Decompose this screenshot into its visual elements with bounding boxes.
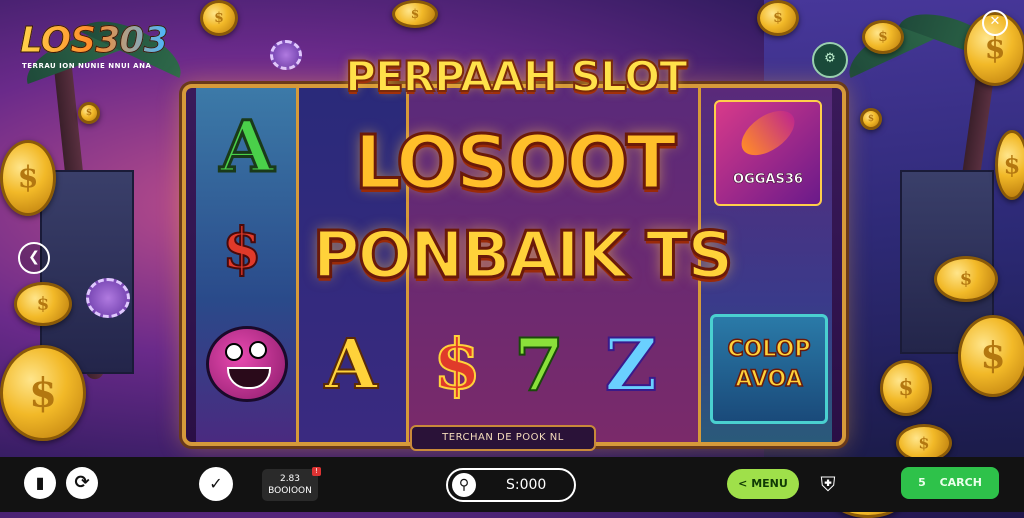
cart-button[interactable]: 5 CARCH bbox=[901, 467, 999, 499]
info-button[interactable]: ▮ bbox=[24, 467, 56, 499]
gold-coin-icon bbox=[757, 0, 799, 36]
gold-coin-icon bbox=[934, 256, 998, 302]
gold-coin-icon bbox=[880, 360, 932, 416]
bonus-symbol-text: COLOP AVOA bbox=[727, 336, 811, 393]
gold-coin-icon bbox=[995, 130, 1024, 200]
spin-button[interactable]: ✓ bbox=[199, 467, 233, 501]
balance-display[interactable]: ⚲ S:000 bbox=[446, 468, 576, 502]
bet-badge: ! bbox=[312, 467, 321, 476]
casino-chip-icon bbox=[270, 40, 302, 70]
balance-value: S:000 bbox=[506, 477, 547, 493]
symbol-letter-a: A bbox=[218, 104, 275, 190]
previous-arrow-button[interactable]: ❮ bbox=[18, 242, 50, 274]
close-icon: ✕ bbox=[989, 14, 1001, 29]
shield-icon[interactable]: ⛨ bbox=[815, 470, 841, 498]
headline-line-2: PONBAIK TS bbox=[311, 218, 735, 295]
monster-mouth bbox=[227, 367, 271, 389]
gold-coin-icon bbox=[958, 315, 1024, 397]
gold-coin-icon bbox=[14, 282, 72, 326]
monster-eye bbox=[249, 341, 267, 359]
settings-button[interactable]: ⚙ bbox=[812, 42, 848, 78]
gold-coin-icon bbox=[78, 102, 100, 124]
close-button[interactable]: ✕ bbox=[982, 10, 1008, 36]
symbol-letter-z: Z bbox=[604, 321, 659, 408]
gold-coin-icon bbox=[0, 345, 86, 441]
feather-shape bbox=[733, 101, 803, 165]
gold-coin-icon bbox=[200, 0, 238, 36]
brand-tagline: TERRAU ION NUNIE NNUI ANA bbox=[22, 62, 152, 70]
bet-display[interactable]: 2.83 BOOIOON bbox=[262, 469, 318, 501]
chevron-left-icon: ❮ bbox=[28, 249, 40, 265]
gold-coin-icon bbox=[0, 140, 56, 216]
symbol-seven: 7 bbox=[513, 321, 565, 408]
autospin-button[interactable]: ⟳ bbox=[66, 467, 98, 499]
monster-eye bbox=[225, 343, 243, 361]
gold-coin-icon bbox=[862, 20, 904, 54]
chevron-down-icon: ✓ bbox=[209, 474, 223, 493]
gold-coin-icon bbox=[860, 108, 882, 130]
search-icon: ⚲ bbox=[452, 473, 476, 497]
autospin-icon: ⟳ bbox=[74, 472, 90, 493]
menu-button[interactable]: < MENU bbox=[727, 469, 799, 499]
game-title: PERPAAH SLOT bbox=[344, 51, 688, 102]
headline-line-1: LOSOOT bbox=[353, 119, 678, 208]
cart-label: CARCH bbox=[939, 476, 982, 489]
cart-number: 5 bbox=[918, 476, 926, 489]
symbol-letter-a: A bbox=[324, 324, 379, 406]
casino-chip-icon bbox=[86, 278, 130, 318]
bet-value: 2.83 bbox=[279, 474, 301, 484]
temple-ruin-left bbox=[40, 170, 134, 374]
paytable-button[interactable]: TERCHAN DE POOK NL bbox=[410, 425, 596, 451]
bet-label: BOOIOON bbox=[268, 486, 312, 496]
gold-coin-icon bbox=[392, 0, 438, 28]
brand-logo: LOS303 bbox=[19, 20, 168, 62]
symbol-dollar: $ bbox=[432, 324, 481, 406]
bonus-symbol-tile: COLOP AVOA bbox=[710, 314, 828, 424]
monster-symbol-icon bbox=[206, 326, 288, 402]
gear-icon: ⚙ bbox=[824, 51, 836, 66]
info-icon: ▮ bbox=[35, 473, 45, 492]
